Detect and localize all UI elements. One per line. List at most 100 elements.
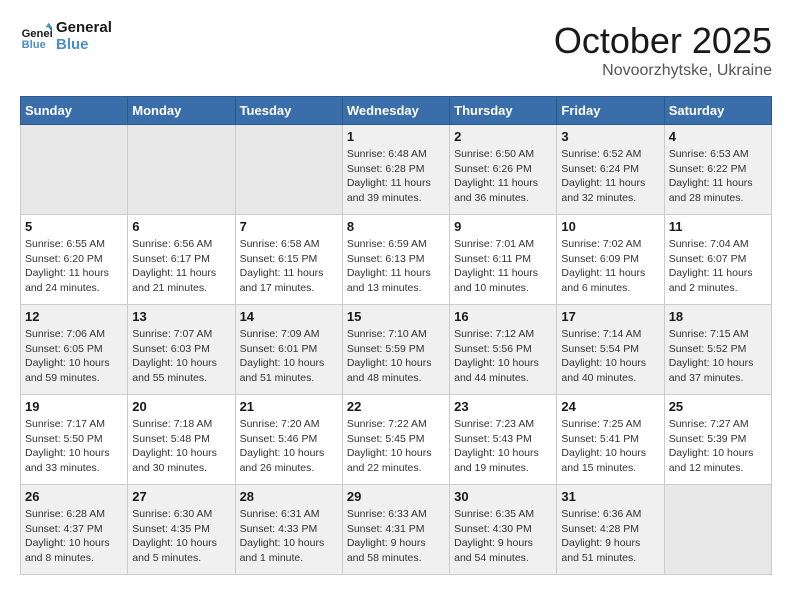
day-info: Sunrise: 7:20 AM Sunset: 5:46 PM Dayligh…	[240, 417, 338, 476]
day-info: Sunrise: 7:23 AM Sunset: 5:43 PM Dayligh…	[454, 417, 552, 476]
calendar-day-cell: 23Sunrise: 7:23 AM Sunset: 5:43 PM Dayli…	[450, 395, 557, 485]
day-number: 12	[25, 309, 123, 324]
day-number: 11	[669, 219, 767, 234]
calendar-day-cell: 20 Sunrise: 7:18 AM Sunset: 5:48 PM Dayli…	[128, 395, 235, 485]
calendar-day-cell: 31Sunrise: 6:36 AM Sunset: 4:28 PM Dayli…	[557, 485, 664, 575]
logo: General Blue General Blue	[20, 20, 112, 53]
weekday-header: Sunday	[21, 97, 128, 125]
calendar-week-row: 12 Sunrise: 7:06 AM Sunset: 6:05 PM Dayli…	[21, 305, 772, 395]
day-info: Sunrise: 7:10 AM Sunset: 5:59 PM Dayligh…	[347, 327, 445, 386]
day-number: 21	[240, 399, 338, 414]
day-info: Sunrise: 6:53 AM Sunset: 6:22 PM Dayligh…	[669, 147, 767, 206]
day-number: 17	[561, 309, 659, 324]
day-info: Sunrise: 7:06 AM Sunset: 6:05 PM Dayligh…	[25, 327, 123, 386]
calendar-day-cell: 6Sunrise: 6:56 AM Sunset: 6:17 PM Daylig…	[128, 215, 235, 305]
calendar-day-cell: 9Sunrise: 7:01 AM Sunset: 6:11 PM Daylig…	[450, 215, 557, 305]
day-number: 29	[347, 489, 445, 504]
logo-icon: General Blue	[20, 21, 52, 53]
calendar-day-cell: 1 Sunrise: 6:48 AM Sunset: 6:28 PM Daylig…	[342, 125, 449, 215]
calendar-day-cell: 19Sunrise: 7:17 AM Sunset: 5:50 PM Dayli…	[21, 395, 128, 485]
calendar-week-row: 19Sunrise: 7:17 AM Sunset: 5:50 PM Dayli…	[21, 395, 772, 485]
day-number: 18	[669, 309, 767, 324]
weekday-header: Thursday	[450, 97, 557, 125]
calendar-day-cell: 16 Sunrise: 7:12 AM Sunset: 5:56 PM Dayli…	[450, 305, 557, 395]
weekday-header: Wednesday	[342, 97, 449, 125]
day-info: Sunrise: 7:09 AM Sunset: 6:01 PM Dayligh…	[240, 327, 338, 386]
logo-line1: General	[56, 20, 112, 37]
day-number: 4	[669, 129, 767, 144]
day-info: Sunrise: 7:12 AM Sunset: 5:56 PM Dayligh…	[454, 327, 552, 386]
day-info: Sunrise: 6:31 AM Sunset: 4:33 PM Dayligh…	[240, 507, 338, 566]
day-number: 25	[669, 399, 767, 414]
day-number: 2	[454, 129, 552, 144]
day-number: 15	[347, 309, 445, 324]
location-subtitle: Novoorzhytske, Ukraine	[554, 62, 772, 80]
day-number: 16	[454, 309, 552, 324]
day-info: Sunrise: 7:15 AM Sunset: 5:52 PM Dayligh…	[669, 327, 767, 386]
weekday-header-row: SundayMondayTuesdayWednesdayThursdayFrid…	[21, 97, 772, 125]
day-number: 7	[240, 219, 338, 234]
day-number: 20	[132, 399, 230, 414]
day-info: Sunrise: 7:02 AM Sunset: 6:09 PM Dayligh…	[561, 237, 659, 296]
calendar-day-cell: 17 Sunrise: 7:14 AM Sunset: 5:54 PM Dayli…	[557, 305, 664, 395]
weekday-header: Tuesday	[235, 97, 342, 125]
day-info: Sunrise: 7:04 AM Sunset: 6:07 PM Dayligh…	[669, 237, 767, 296]
weekday-header: Saturday	[664, 97, 771, 125]
day-number: 24	[561, 399, 659, 414]
calendar-day-cell: 12 Sunrise: 7:06 AM Sunset: 6:05 PM Dayli…	[21, 305, 128, 395]
day-info: Sunrise: 7:18 AM Sunset: 5:48 PM Dayligh…	[132, 417, 230, 476]
day-info: Sunrise: 6:55 AM Sunset: 6:20 PM Dayligh…	[25, 237, 123, 296]
weekday-header: Monday	[128, 97, 235, 125]
day-number: 1	[347, 129, 445, 144]
calendar-day-cell: 24 Sunrise: 7:25 AM Sunset: 5:41 PM Dayli…	[557, 395, 664, 485]
calendar-day-cell: 21 Sunrise: 7:20 AM Sunset: 5:46 PM Dayli…	[235, 395, 342, 485]
month-title: October 2025	[554, 20, 772, 62]
weekday-header: Friday	[557, 97, 664, 125]
calendar-day-cell: 22Sunrise: 7:22 AM Sunset: 5:45 PM Dayli…	[342, 395, 449, 485]
calendar-table: SundayMondayTuesdayWednesdayThursdayFrid…	[20, 96, 772, 575]
logo-line2: Blue	[56, 37, 112, 54]
day-info: Sunrise: 6:59 AM Sunset: 6:13 PM Dayligh…	[347, 237, 445, 296]
calendar-day-cell: 13 Sunrise: 7:07 AM Sunset: 6:03 PM Dayli…	[128, 305, 235, 395]
calendar-week-row: 26Sunrise: 6:28 AM Sunset: 4:37 PM Dayli…	[21, 485, 772, 575]
calendar-day-cell: 27 Sunrise: 6:30 AM Sunset: 4:35 PM Dayli…	[128, 485, 235, 575]
calendar-day-cell: 10 Sunrise: 7:02 AM Sunset: 6:09 PM Dayli…	[557, 215, 664, 305]
day-number: 13	[132, 309, 230, 324]
day-number: 10	[561, 219, 659, 234]
day-number: 26	[25, 489, 123, 504]
day-info: Sunrise: 7:14 AM Sunset: 5:54 PM Dayligh…	[561, 327, 659, 386]
day-info: Sunrise: 7:25 AM Sunset: 5:41 PM Dayligh…	[561, 417, 659, 476]
day-info: Sunrise: 6:58 AM Sunset: 6:15 PM Dayligh…	[240, 237, 338, 296]
calendar-day-cell: 25Sunrise: 7:27 AM Sunset: 5:39 PM Dayli…	[664, 395, 771, 485]
day-info: Sunrise: 6:35 AM Sunset: 4:30 PM Dayligh…	[454, 507, 552, 566]
day-number: 31	[561, 489, 659, 504]
calendar-day-cell: 8 Sunrise: 6:59 AM Sunset: 6:13 PM Daylig…	[342, 215, 449, 305]
day-number: 30	[454, 489, 552, 504]
day-info: Sunrise: 7:17 AM Sunset: 5:50 PM Dayligh…	[25, 417, 123, 476]
calendar-day-cell: 11 Sunrise: 7:04 AM Sunset: 6:07 PM Dayli…	[664, 215, 771, 305]
day-info: Sunrise: 6:33 AM Sunset: 4:31 PM Dayligh…	[347, 507, 445, 566]
day-number: 27	[132, 489, 230, 504]
day-number: 8	[347, 219, 445, 234]
day-number: 3	[561, 129, 659, 144]
calendar-day-cell: 7 Sunrise: 6:58 AM Sunset: 6:15 PM Daylig…	[235, 215, 342, 305]
calendar-day-cell	[21, 125, 128, 215]
calendar-week-row: 5 Sunrise: 6:55 AM Sunset: 6:20 PM Daylig…	[21, 215, 772, 305]
calendar-day-cell: 18 Sunrise: 7:15 AM Sunset: 5:52 PM Dayli…	[664, 305, 771, 395]
page-header: General Blue General Blue October 2025 N…	[20, 20, 772, 80]
calendar-day-cell: 3Sunrise: 6:52 AM Sunset: 6:24 PM Daylig…	[557, 125, 664, 215]
calendar-day-cell: 2Sunrise: 6:50 AM Sunset: 6:26 PM Daylig…	[450, 125, 557, 215]
day-number: 5	[25, 219, 123, 234]
calendar-day-cell: 5 Sunrise: 6:55 AM Sunset: 6:20 PM Daylig…	[21, 215, 128, 305]
day-info: Sunrise: 6:56 AM Sunset: 6:17 PM Dayligh…	[132, 237, 230, 296]
day-info: Sunrise: 6:48 AM Sunset: 6:28 PM Dayligh…	[347, 147, 445, 206]
day-info: Sunrise: 7:01 AM Sunset: 6:11 PM Dayligh…	[454, 237, 552, 296]
calendar-day-cell	[664, 485, 771, 575]
day-info: Sunrise: 7:22 AM Sunset: 5:45 PM Dayligh…	[347, 417, 445, 476]
day-number: 14	[240, 309, 338, 324]
day-info: Sunrise: 7:07 AM Sunset: 6:03 PM Dayligh…	[132, 327, 230, 386]
calendar-day-cell: 14 Sunrise: 7:09 AM Sunset: 6:01 PM Dayli…	[235, 305, 342, 395]
day-info: Sunrise: 6:30 AM Sunset: 4:35 PM Dayligh…	[132, 507, 230, 566]
calendar-day-cell	[235, 125, 342, 215]
calendar-day-cell: 30 Sunrise: 6:35 AM Sunset: 4:30 PM Dayli…	[450, 485, 557, 575]
